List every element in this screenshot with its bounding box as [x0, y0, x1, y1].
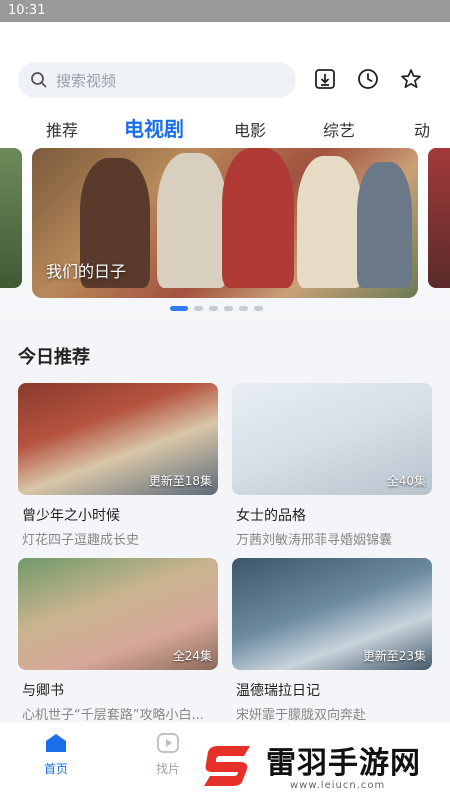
tab-anime[interactable]: 动 — [414, 116, 430, 146]
search-placeholder: 搜索视频 — [56, 71, 117, 90]
tab-tv-series[interactable]: 电视剧 — [124, 114, 184, 144]
carousel-dot — [209, 306, 218, 311]
carousel-dot — [224, 306, 233, 311]
banner-slide[interactable]: 我们的日子 — [32, 148, 418, 298]
banner-figure — [222, 148, 294, 288]
search-icon — [31, 72, 47, 88]
status-bar: 10:31 — [0, 0, 450, 22]
video-thumbnail[interactable]: 全40集 — [232, 383, 432, 495]
episode-badge: 更新至23集 — [362, 649, 426, 663]
tab-variety[interactable]: 综艺 — [323, 116, 355, 146]
history-clock-icon[interactable] — [355, 66, 381, 92]
nav-home-label: 首页 — [43, 762, 68, 776]
watermark-text: 雷羽手游网 — [266, 746, 421, 781]
banner-figure — [357, 162, 412, 288]
video-card[interactable]: 全40集 女士的品格 万茜刘敏涛邢菲寻婚姻锦囊 — [232, 383, 432, 548]
category-tabs: 推荐 电视剧 电影 综艺 动 — [0, 116, 450, 150]
watermark-url: www.leiucn.com — [290, 780, 386, 791]
video-thumbnail[interactable]: 更新至18集 — [18, 383, 218, 495]
banner-figure — [297, 156, 362, 288]
banner-title: 我们的日子 — [46, 262, 127, 281]
header: 搜索视频 推荐 电视剧 电影 综艺 动 — [0, 22, 450, 148]
home-icon — [46, 734, 66, 752]
banner-next-peek[interactable] — [428, 148, 450, 288]
search-input[interactable]: 搜索视频 — [18, 62, 296, 98]
video-subtitle: 宋妍霏于朦胧双向奔赴 — [236, 708, 367, 723]
nav-home[interactable]: 首页 — [26, 732, 86, 777]
download-icon[interactable] — [312, 66, 338, 92]
video-subtitle: 心机世子“千层套路”攻略小白... — [22, 708, 204, 723]
banner-figure — [157, 153, 227, 288]
video-card[interactable]: 全24集 与卿书 心机世子“千层套路”攻略小白... — [18, 558, 218, 723]
video-thumbnail[interactable]: 全24集 — [18, 558, 218, 670]
banner-prev-peek[interactable] — [0, 148, 22, 288]
status-time: 10:31 — [8, 3, 46, 18]
video-card[interactable]: 更新至23集 温德瑞拉日记 宋妍霏于朦胧双向奔赴 — [232, 558, 432, 723]
carousel-indicator — [170, 306, 263, 311]
video-title: 与卿书 — [22, 683, 64, 699]
episode-badge: 全24集 — [172, 649, 212, 663]
video-thumbnail[interactable]: 更新至23集 — [232, 558, 432, 670]
video-subtitle: 灯花四子逗趣成长史 — [22, 533, 140, 548]
nav-find-label: 找片 — [155, 762, 180, 776]
tab-movies[interactable]: 电影 — [234, 116, 266, 146]
section-title: 今日推荐 — [18, 347, 90, 368]
video-subtitle: 万茜刘敏涛邢菲寻婚姻锦囊 — [236, 533, 393, 548]
play-icon — [157, 733, 179, 753]
episode-badge: 全40集 — [386, 474, 426, 488]
video-title: 女士的品格 — [236, 508, 306, 524]
video-title: 温德瑞拉日记 — [236, 683, 320, 699]
favorite-star-icon[interactable] — [398, 66, 424, 92]
episode-badge: 更新至18集 — [148, 474, 212, 488]
carousel-dot — [239, 306, 248, 311]
watermark: 雷羽手游网 www.leiucn.com — [200, 738, 440, 794]
tab-recommend[interactable]: 推荐 — [46, 116, 78, 146]
carousel-dot — [194, 306, 203, 311]
video-title: 曾少年之小时候 — [22, 508, 120, 524]
watermark-logo — [204, 746, 250, 786]
carousel-dot — [254, 306, 263, 311]
video-card[interactable]: 更新至18集 曾少年之小时候 灯花四子逗趣成长史 — [18, 383, 218, 548]
banner-carousel: 我们的日子 — [0, 148, 450, 328]
carousel-dot — [170, 306, 188, 311]
nav-find[interactable]: 找片 — [138, 732, 198, 777]
